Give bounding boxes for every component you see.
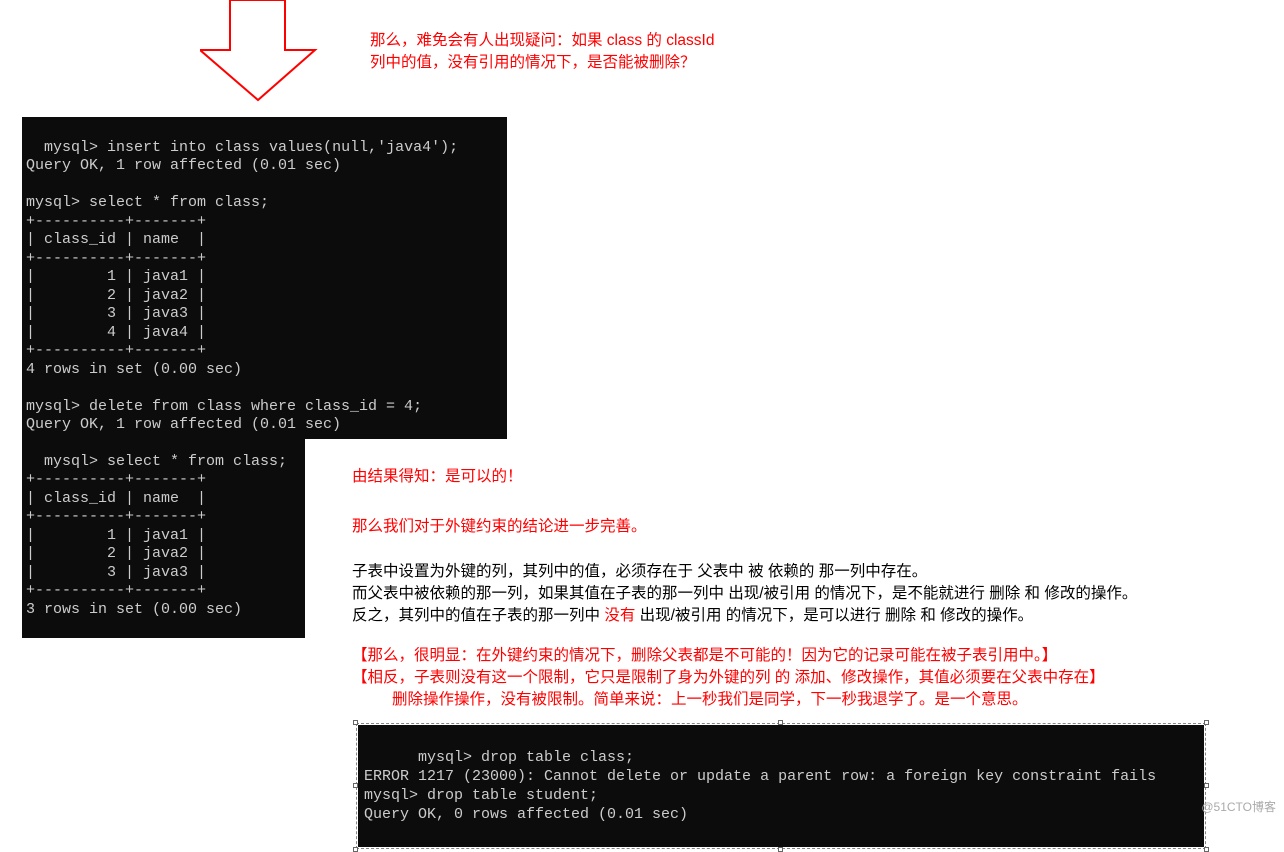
terminal1-content: mysql> insert into class values(null,'ja… <box>26 139 458 434</box>
resize-handle[interactable] <box>1204 783 1209 788</box>
resize-handle[interactable] <box>353 783 358 788</box>
result-line3c: 反之，其列中的值在子表的那一列中 没有 出现/被引用 的情况下，是可以进行 删除… <box>352 605 1137 627</box>
question-line1: 那么，难免会有人出现疑问：如果 class 的 classId <box>370 32 714 49</box>
resize-handle[interactable] <box>1204 720 1209 725</box>
terminal-output-1: mysql> insert into class values(null,'ja… <box>22 117 507 439</box>
terminal3-content: mysql> drop table class; ERROR 1217 (230… <box>364 749 1156 823</box>
result-line4a: 【那么，很明显：在外键约束的情况下，删除父表都是不可能的！因为它的记录可能在被子… <box>352 645 1137 667</box>
terminal-output-2: mysql> select * from class; +----------+… <box>22 431 305 638</box>
resize-handle[interactable] <box>353 720 358 725</box>
result-3c-red: 没有 <box>604 607 635 624</box>
result-line1: 由结果得知：是可以的！ <box>352 461 1137 493</box>
resize-handle[interactable] <box>1204 847 1209 852</box>
terminal-output-3-selection: mysql> drop table class; ERROR 1217 (230… <box>356 723 1206 849</box>
result-line3a: 子表中设置为外键的列，其列中的值，必须存在于 父表中 被 依赖的 那一列中存在。 <box>352 561 1137 583</box>
result-explanation: 由结果得知：是可以的！ 那么我们对于外键约束的结论进一步完善。 子表中设置为外键… <box>352 461 1137 711</box>
question-line2: 列中的值，没有引用的情况下，是否能被删除？ <box>370 54 696 71</box>
result-line4b: 【相反，子表则没有这一个限制，它只是限制了身为外键的列 的 添加、修改操作，其值… <box>352 667 1137 689</box>
resize-handle[interactable] <box>778 720 783 725</box>
result-3c-pre: 反之，其列中的值在子表的那一列中 <box>352 607 604 624</box>
result-line2: 那么我们对于外键约束的结论进一步完善。 <box>352 511 1137 543</box>
terminal-output-3: mysql> drop table class; ERROR 1217 (230… <box>358 725 1204 847</box>
watermark: @51CTO博客 <box>1201 798 1276 815</box>
result-line4c: 删除操作操作，没有被限制。简单来说：上一秒我们是同学，下一秒我退学了。是一个意思… <box>352 689 1137 711</box>
result-3c-post: 出现/被引用 的情况下，是可以进行 删除 和 修改的操作。 <box>635 607 1033 624</box>
resize-handle[interactable] <box>353 847 358 852</box>
down-arrow-icon <box>200 0 320 105</box>
question-text: 那么，难免会有人出现疑问：如果 class 的 classId 列中的值，没有引… <box>370 30 714 74</box>
terminal2-content: mysql> select * from class; +----------+… <box>26 453 287 639</box>
resize-handle[interactable] <box>778 847 783 852</box>
result-line3b: 而父表中被依赖的那一列，如果其值在子表的那一列中 出现/被引用 的情况下，是不能… <box>352 583 1137 605</box>
